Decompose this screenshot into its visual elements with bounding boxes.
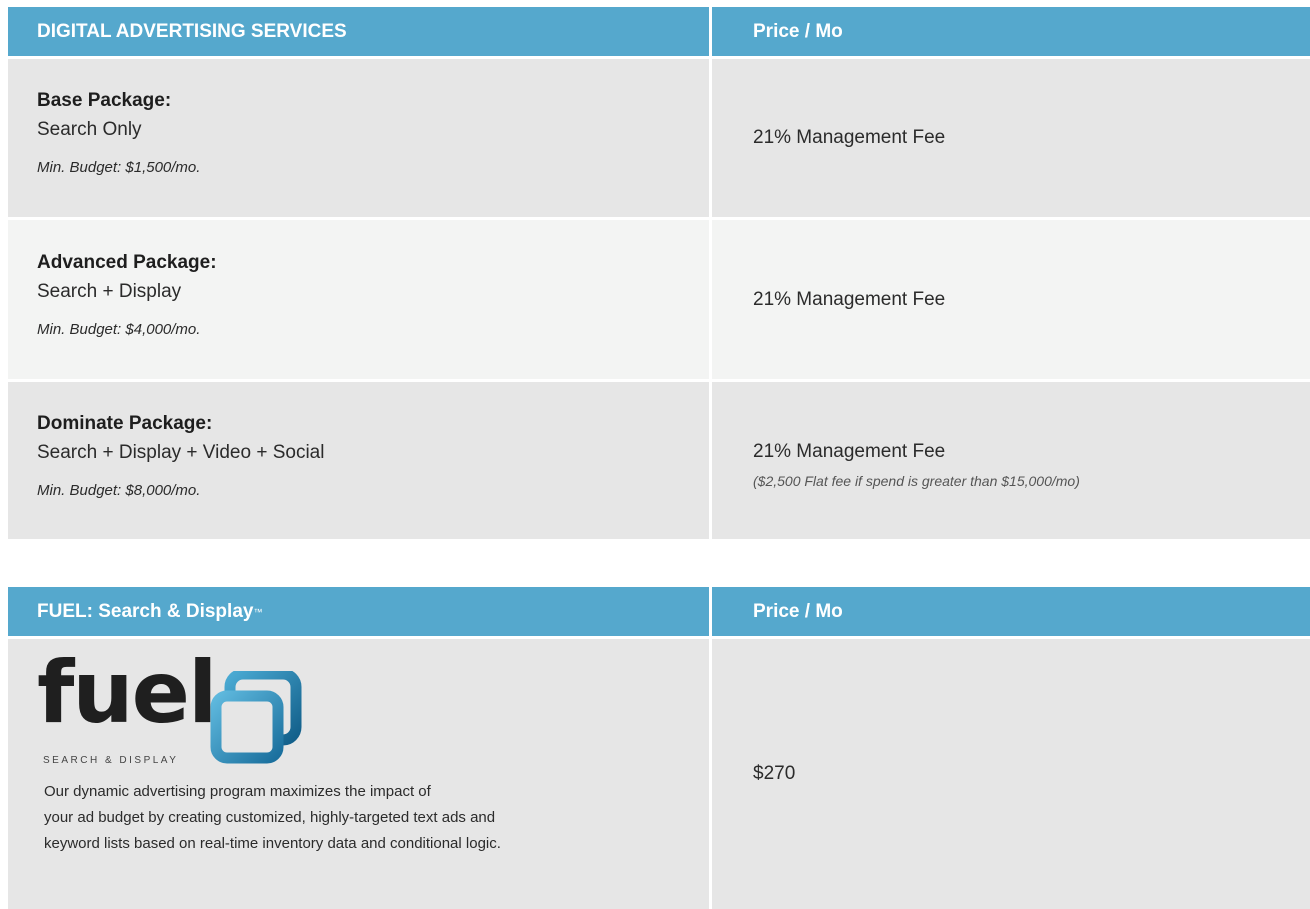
- package-cell: Base Package: Search Only Min. Budget: $…: [8, 59, 709, 217]
- fuel-description: Our dynamic advertising program maximize…: [37, 779, 634, 857]
- package-cell: Advanced Package: Search + Display Min. …: [8, 220, 709, 379]
- table-header: DIGITAL ADVERTISING SERVICES Price / Mo: [8, 7, 1310, 56]
- table-row: Base Package: Search Only Min. Budget: $…: [8, 59, 1310, 217]
- table-row: fuel SEARCH & DISPLAY Our dynamic advert…: [8, 639, 1310, 909]
- management-fee: 21% Management Fee: [753, 288, 946, 310]
- price-cell: 21% Management Fee ($2,500 Flat fee if s…: [712, 382, 1310, 539]
- fuel-cell: fuel SEARCH & DISPLAY Our dynamic advert…: [8, 639, 709, 909]
- fuel-logo-word: fuel: [37, 643, 217, 743]
- description-line: keyword lists based on real-time invento…: [44, 835, 501, 852]
- trademark-mark: ™: [253, 606, 263, 617]
- package-min-budget: Min. Budget: $4,000/mo.: [37, 321, 201, 338]
- package-subtitle: Search + Display: [37, 281, 182, 302]
- package-min-budget: Min. Budget: $8,000/mo.: [37, 482, 201, 499]
- table-header: FUEL: Search & Display ™ Price / Mo: [8, 587, 1310, 636]
- management-fee: 21% Management Fee: [753, 127, 946, 148]
- header-service: FUEL: Search & Display ™: [8, 587, 709, 636]
- management-fee: 21% Management Fee: [753, 441, 946, 462]
- description-line: Our dynamic advertising program maximize…: [44, 783, 431, 800]
- price-cell: $270: [712, 639, 1310, 909]
- header-price: Price / Mo: [712, 587, 1310, 636]
- package-title: Dominate Package:: [37, 413, 213, 434]
- fuel-squares-icon: [210, 671, 302, 764]
- package-subtitle: Search Only: [37, 119, 142, 140]
- header-service: DIGITAL ADVERTISING SERVICES: [8, 7, 709, 56]
- fee-note: ($2,500 Flat fee if spend is greater tha…: [753, 473, 1080, 489]
- price-cell: 21% Management Fee: [712, 59, 1310, 217]
- package-subtitle: Search + Display + Video + Social: [37, 442, 325, 463]
- fuel-logo: fuel SEARCH & DISPLAY: [37, 639, 709, 779]
- price-cell: 21% Management Fee: [712, 220, 1310, 379]
- fuel-price: $270: [753, 763, 796, 784]
- package-cell: Dominate Package: Search + Display + Vid…: [8, 382, 709, 539]
- package-title: Advanced Package:: [37, 252, 217, 273]
- package-title: Base Package:: [37, 90, 172, 111]
- table-row: Dominate Package: Search + Display + Vid…: [8, 382, 1310, 539]
- header-service-label: FUEL: Search & Display: [37, 600, 254, 622]
- package-min-budget: Min. Budget: $1,500/mo.: [37, 159, 201, 176]
- table-row: Advanced Package: Search + Display Min. …: [8, 220, 1310, 379]
- fuel-table: FUEL: Search & Display ™ Price / Mo fuel …: [8, 587, 1310, 909]
- header-price: Price / Mo: [712, 7, 1310, 56]
- fuel-logo-subtitle: SEARCH & DISPLAY: [43, 755, 179, 766]
- digital-advertising-table: DIGITAL ADVERTISING SERVICES Price / Mo …: [8, 7, 1310, 539]
- description-line: your ad budget by creating customized, h…: [44, 809, 496, 826]
